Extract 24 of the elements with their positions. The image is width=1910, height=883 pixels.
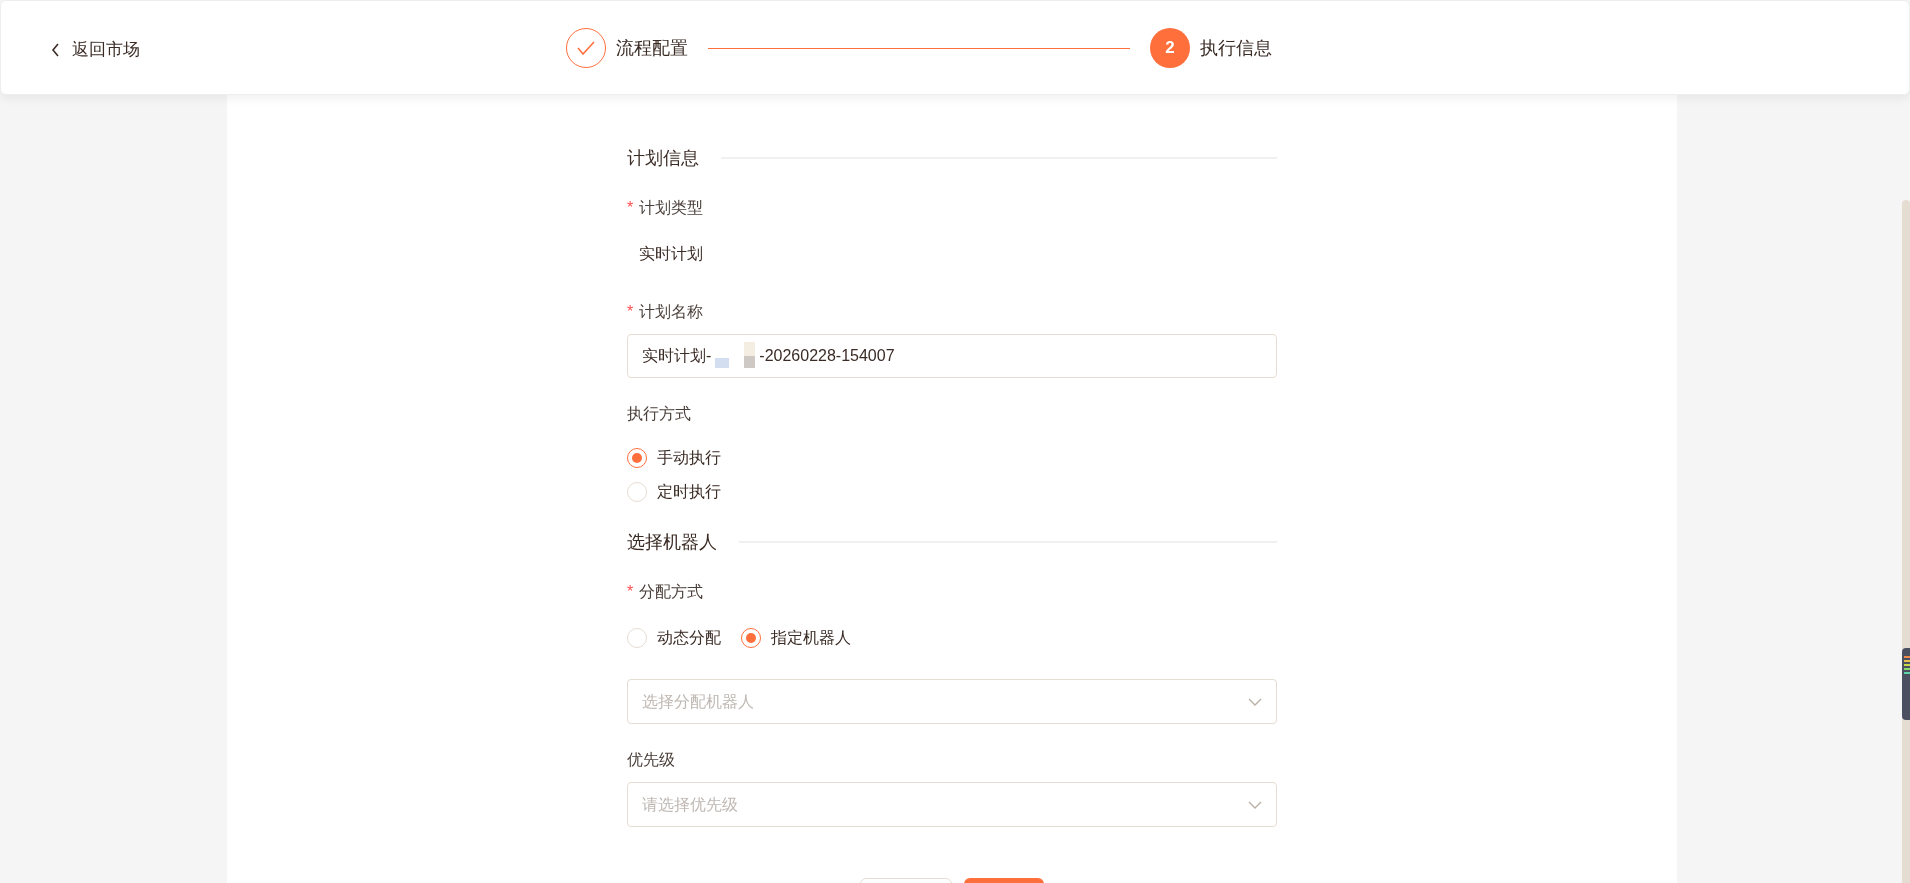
- field-label: 计划类型: [639, 198, 704, 218]
- step[interactable]: 2 执行信息: [1150, 28, 1272, 68]
- chevron-down-icon: [1248, 697, 1262, 706]
- back-icon: [51, 42, 60, 57]
- section-title: 计划信息: [627, 146, 699, 170]
- field-label: 执行方式: [627, 404, 691, 424]
- name-field[interactable]: 实时计划- -20260228-154007: [627, 334, 1277, 378]
- step[interactable]: 流程配置: [566, 28, 688, 68]
- chevron-down-icon: [1248, 800, 1262, 809]
- field-label: 计划名称: [639, 302, 704, 322]
- radio-option[interactable]: 手动执行: [627, 446, 1277, 470]
- radio-option[interactable]: 定时执行: [627, 480, 1277, 504]
- field-label: 优先级: [627, 750, 675, 770]
- field-value: 实时计划: [639, 244, 704, 264]
- required-mark: *: [627, 302, 634, 322]
- back-link[interactable]: 返回市场: [51, 37, 140, 63]
- section-title: 选择机器人: [627, 530, 717, 554]
- radio-option[interactable]: 指定机器人: [741, 626, 851, 650]
- required-mark: *: [627, 198, 634, 218]
- widget-icon[interactable]: [1902, 648, 1910, 720]
- field-label: 分配方式: [639, 582, 704, 602]
- radio-option[interactable]: 动态分配: [627, 626, 721, 650]
- required-mark: *: [627, 582, 634, 602]
- step-number: 2: [1150, 28, 1190, 68]
